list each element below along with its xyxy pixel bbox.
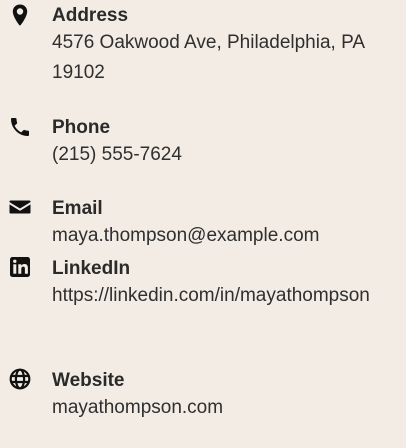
map-pin-icon [8,3,32,27]
contact-website: Website mayathompson.com [0,365,406,429]
contact-linkedin: LinkedIn https://linkedin.com/in/mayatho… [0,253,406,349]
linkedin-icon [8,255,32,279]
phone-label: Phone [52,117,111,138]
linkedin-link[interactable]: https://linkedin.com/in/mayathompson [52,281,397,311]
website-label: Website [52,370,125,391]
address-label: Address [52,5,129,26]
envelope-icon [8,195,32,219]
contact-phone: Phone (215) 555-7624 [0,112,406,176]
email-label: Email [52,198,103,219]
email-link[interactable]: maya.thompson@example.com [52,221,397,251]
contact-info-list: Address 4576 Oakwood Ave, Philadelphia, … [0,0,406,448]
phone-link[interactable]: (215) 555-7624 [52,140,397,170]
contact-email: Email maya.thompson@example.com [0,193,406,257]
contact-address: Address 4576 Oakwood Ave, Philadelphia, … [0,0,406,96]
address-value: 4576 Oakwood Ave, Philadelphia, PA 19102 [52,32,364,83]
website-link[interactable]: mayathompson.com [52,393,397,423]
linkedin-label: LinkedIn [52,258,131,279]
phone-icon [8,115,32,139]
globe-icon [8,367,32,391]
